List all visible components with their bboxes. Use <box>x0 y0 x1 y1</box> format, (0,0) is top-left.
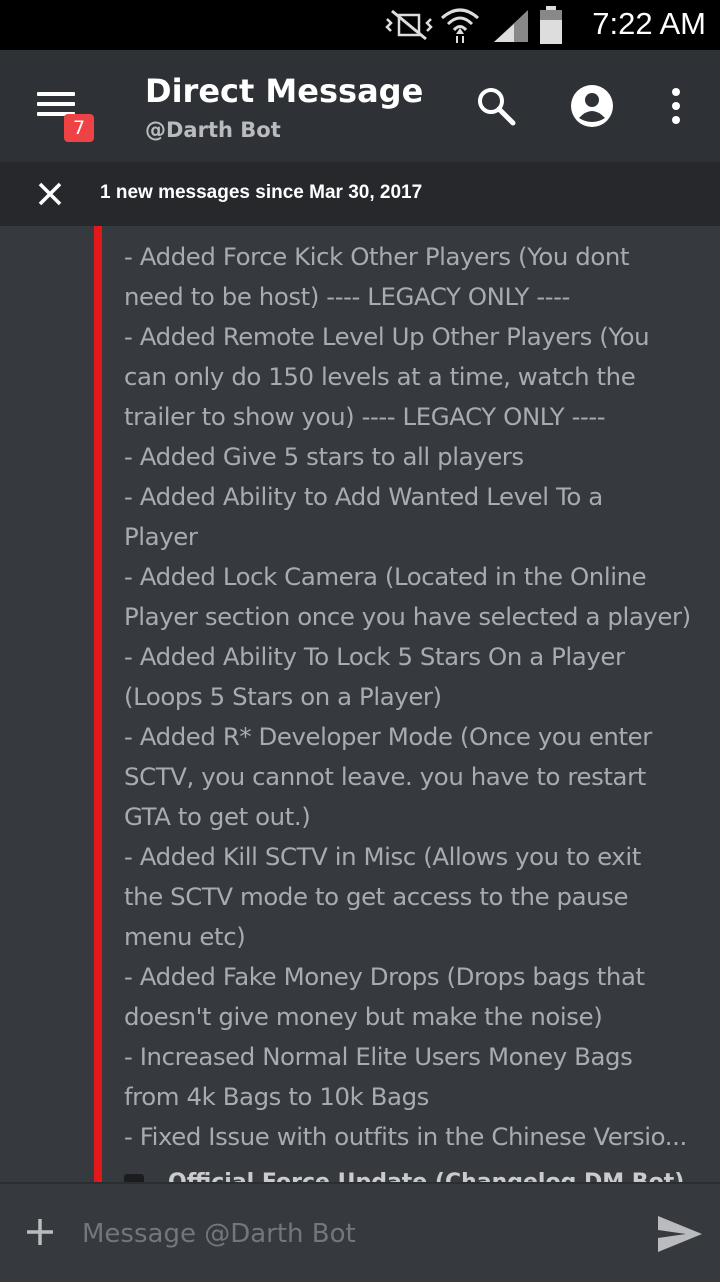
embed-line: - Added Give 5 stars to all players <box>124 442 524 471</box>
embed-line: - Increased Normal Elite Users Money Bag… <box>124 1042 633 1071</box>
embed-line: can only do 150 levels at a time, watch … <box>124 362 636 391</box>
wifi-icon <box>441 8 479 43</box>
battery-icon <box>540 6 562 44</box>
status-time: 7:22 AM <box>592 6 706 41</box>
embed-line: SCTV, you cannot leave. you have to rest… <box>124 762 646 791</box>
embed-line: the SCTV mode to get access to the pause <box>124 882 629 911</box>
notice-text: 1 new messages since Mar 30, 2017 <box>100 182 423 203</box>
embed-line: from 4k Bags to 10k Bags <box>124 1082 429 1111</box>
embed-footer-text: Official Force Update (Changelog DM Bot) <box>168 1170 684 1182</box>
embed-line: trailer to show you) ---- LEGACY ONLY --… <box>124 402 606 431</box>
embed-line: menu etc) <box>124 922 246 951</box>
message-input[interactable] <box>80 1210 624 1258</box>
unread-badge: 7 <box>64 114 94 142</box>
vibrate-mute-icon <box>385 9 433 41</box>
embed-line: - Fixed Issue with outfits in the Chines… <box>124 1122 687 1151</box>
embed-line: doesn't give money but make the noise) <box>124 1002 603 1031</box>
profile-icon[interactable] <box>570 84 614 128</box>
search-icon[interactable] <box>476 86 516 126</box>
status-bar: 7:22 AM <box>0 0 720 50</box>
send-icon[interactable] <box>656 1214 704 1254</box>
embed-line: - Added Ability To Lock 5 Stars On a Pla… <box>124 642 625 671</box>
embed-line: need to be host) ---- LEGACY ONLY ---- <box>124 282 570 311</box>
message-list[interactable]: - Added Force Kick Other Players (You do… <box>0 226 720 1182</box>
new-messages-notice[interactable]: 1 new messages since Mar 30, 2017 <box>0 162 720 226</box>
embed-line: - Added Lock Camera (Located in the Onli… <box>124 562 647 591</box>
embed-line: (Loops 5 Stars on a Player) <box>124 682 442 711</box>
embed-line: - Added Fake Money Drops (Drops bags tha… <box>124 962 645 991</box>
page-title: Direct Message <box>145 72 424 110</box>
close-icon[interactable] <box>36 180 64 208</box>
menu-button[interactable]: 7 <box>30 86 94 146</box>
embed-line: - Added Ability to Add Wanted Level To a <box>124 482 603 511</box>
embed-description: - Added Force Kick Other Players (You do… <box>124 237 714 1157</box>
embed-line: - Added Remote Level Up Other Players (Y… <box>124 322 650 351</box>
embed-line: Player <box>124 522 198 551</box>
embed-line: - Added Force Kick Other Players (You do… <box>124 242 630 271</box>
embed-line: - Added Kill SCTV in Misc (Allows you to… <box>124 842 641 871</box>
more-vertical-icon[interactable] <box>666 86 686 126</box>
plus-icon[interactable] <box>24 1216 56 1248</box>
embed-accent-bar <box>94 226 102 1182</box>
embed-line: GTA to get out.) <box>124 802 311 831</box>
embed-line: Player section once you have selected a … <box>124 602 691 631</box>
message-composer <box>0 1182 720 1282</box>
page-subtitle: @Darth Bot <box>145 118 281 142</box>
embed-line: - Added R* Developer Mode (Once you ente… <box>124 722 652 751</box>
signal-icon <box>494 10 528 42</box>
app-bar: 7 Direct Message @Darth Bot <box>0 50 720 162</box>
bot-avatar-icon <box>124 1174 144 1182</box>
